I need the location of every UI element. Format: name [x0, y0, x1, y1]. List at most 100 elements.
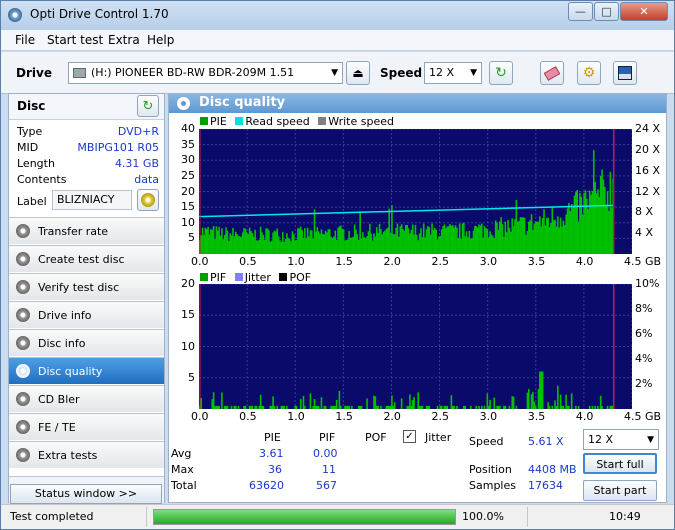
disc-type-value: DVD+R	[117, 125, 159, 138]
minimize-button[interactable]: —	[568, 2, 593, 21]
pie-bar	[500, 217, 502, 254]
pie-bar	[552, 220, 555, 254]
pie-bar	[387, 227, 389, 254]
pie-bar	[569, 211, 572, 254]
disc-label-field[interactable]: BLIZNIACY	[52, 190, 132, 210]
y-tick-label: 10	[181, 339, 195, 353]
pie-bar	[606, 191, 609, 254]
pie-bar	[228, 241, 230, 254]
nav-drive-info[interactable]: Drive info	[9, 301, 164, 328]
pie-bar	[492, 235, 494, 254]
pif-bar	[443, 405, 446, 409]
status-window-button[interactable]: Status window >>	[10, 484, 162, 504]
pif-bar	[323, 405, 326, 409]
pie-bar	[575, 192, 577, 254]
erase-button[interactable]	[540, 61, 564, 85]
nav-cd-bler[interactable]: CD Bler	[9, 385, 164, 412]
pif-bar	[451, 405, 454, 409]
refresh-speed-button[interactable]: ↻	[489, 61, 513, 85]
pie-bar	[454, 225, 457, 254]
pie-bar	[272, 232, 274, 254]
settings-button[interactable]: ⚙	[577, 61, 601, 85]
pif-bar	[486, 393, 489, 409]
save-button[interactable]	[613, 61, 637, 85]
nav-label: Disc quality	[38, 365, 103, 378]
menu-start-test[interactable]: Start test	[47, 33, 103, 47]
nav-verify-test-disc[interactable]: Verify test disc	[9, 273, 164, 300]
x-tick-label: 4.5 GB	[624, 255, 662, 268]
disc-refresh-button[interactable]: ↻	[137, 95, 159, 117]
pif-bar	[409, 394, 411, 409]
pif-bar	[388, 405, 390, 409]
pif-bar	[233, 405, 236, 409]
pie-bar	[335, 240, 338, 254]
jitter-checkbox[interactable]: ✓	[403, 430, 416, 443]
nav-extra-tests[interactable]: Extra tests	[9, 441, 164, 468]
pie-bar	[229, 233, 232, 254]
close-button[interactable]: ✕	[620, 2, 668, 21]
pif-bar	[570, 393, 573, 409]
pie-bar	[587, 209, 590, 254]
pif-bar	[226, 405, 229, 409]
pie-bar	[265, 228, 267, 254]
pie-bar	[550, 223, 552, 254]
pif-bar	[478, 405, 480, 409]
pif-bar	[456, 405, 458, 409]
x-tick-label: 0.5	[239, 410, 257, 423]
position-value: 4408 MB	[528, 463, 577, 476]
pie-bar	[559, 217, 562, 254]
pie-bar	[320, 229, 323, 254]
drive-select-value: (H:) PIONEER BD-RW BDR-209M 1.51	[91, 66, 295, 79]
pif-bar	[212, 392, 215, 409]
pie-bar	[557, 216, 559, 254]
pie-bar	[584, 190, 587, 254]
pie-bar	[555, 226, 558, 254]
nav-fe-te[interactable]: FE / TE	[9, 413, 164, 440]
menu-help[interactable]: Help	[147, 33, 174, 47]
start-part-button[interactable]: Start part	[583, 480, 657, 501]
pie-bar	[541, 218, 544, 254]
x-tick-label: 2.5	[431, 255, 450, 268]
maximize-button[interactable]: □	[594, 2, 619, 21]
pie-bar	[475, 226, 478, 254]
pie-bar	[591, 191, 594, 254]
nav-transfer-rate[interactable]: Transfer rate	[9, 217, 164, 244]
pif-bar	[389, 405, 392, 409]
pie-bar	[456, 227, 458, 254]
disc-label-edit-button[interactable]	[137, 189, 159, 211]
x-tick-label: 4.0	[575, 255, 594, 268]
test-speed-select[interactable]: 12 X ▼	[583, 429, 659, 450]
pie-bar	[501, 224, 504, 254]
speed-select[interactable]: 12 X ▼	[424, 62, 482, 84]
pif-bar	[421, 405, 424, 409]
pif-bar	[469, 405, 472, 409]
eject-button[interactable]: ⏏	[346, 61, 370, 85]
start-full-button[interactable]: Start full	[583, 453, 657, 474]
pif-bar	[218, 405, 220, 409]
pie-bar	[269, 241, 272, 254]
pie-bar	[438, 236, 440, 254]
nav-disc-info[interactable]: Disc info	[9, 329, 164, 356]
pie-bar	[334, 230, 337, 254]
menu-file[interactable]: File	[15, 33, 35, 47]
nav-disc-quality[interactable]: Disc quality	[9, 357, 164, 384]
pie-bar	[529, 220, 531, 254]
pie-bar	[458, 223, 461, 254]
nav-create-test-disc[interactable]: Create test disc	[9, 245, 164, 272]
drive-select[interactable]: (H:) PIONEER BD-RW BDR-209M 1.51 ▼	[68, 62, 343, 84]
pie-bar	[579, 192, 581, 254]
pif-bar	[225, 405, 227, 409]
y-tick-label: 5	[188, 370, 195, 384]
app-disc-icon	[8, 8, 22, 22]
pie-bar	[508, 227, 511, 254]
y-tick-label: 15	[181, 308, 195, 322]
nav-label: CD Bler	[38, 393, 80, 406]
menu-extra[interactable]: Extra	[108, 33, 140, 47]
pie-bar	[352, 236, 355, 254]
stats-avg-pif: 0.00	[313, 447, 338, 460]
pie-bar	[275, 231, 277, 254]
y2-tick-label: 4%	[635, 352, 653, 365]
pie-bar	[539, 216, 541, 254]
pif-bar	[562, 405, 565, 409]
pie-bar	[216, 230, 219, 254]
